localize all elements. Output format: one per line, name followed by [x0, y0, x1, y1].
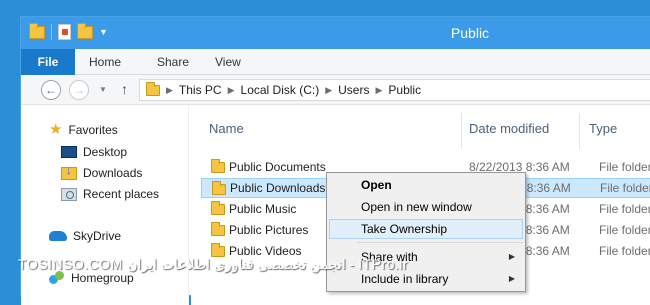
column-divider[interactable]: [579, 113, 580, 149]
folder-icon: [211, 201, 225, 215]
chevron-right-icon[interactable]: ▶: [166, 85, 173, 96]
nav-downloads[interactable]: Downloads: [61, 165, 143, 180]
breadcrumb-local-disk[interactable]: Local Disk (C:): [241, 83, 320, 97]
window-title: Public: [450, 25, 490, 41]
address-bar[interactable]: ▶ This PC ▶ Local Disk (C:) ▶ Users ▶ Pu…: [139, 79, 650, 101]
column-divider[interactable]: [461, 113, 462, 149]
column-header-date[interactable]: Date modified: [469, 121, 549, 136]
tab-share[interactable]: Share: [157, 49, 189, 75]
nav-recent-places-label: Recent places: [83, 187, 160, 201]
folder-name: Public Documents: [229, 160, 326, 174]
folder-name: Public Music: [229, 202, 297, 216]
title-bar: ▼ Public: [21, 17, 650, 49]
menu-item-open-new-window[interactable]: Open in new window: [329, 197, 523, 217]
nav-favorites-label: Favorites: [68, 123, 118, 137]
nav-skydrive[interactable]: SkyDrive: [49, 229, 121, 243]
forward-button[interactable]: →: [69, 80, 89, 100]
tab-view[interactable]: View: [215, 49, 241, 75]
chevron-right-icon[interactable]: ▶: [228, 85, 235, 96]
breadcrumb-users[interactable]: Users: [338, 83, 369, 97]
nav-downloads-label: Downloads: [83, 166, 143, 180]
menu-item-take-ownership[interactable]: Take Ownership: [329, 219, 523, 239]
up-icon[interactable]: ↑: [121, 81, 128, 97]
nav-desktop-label: Desktop: [83, 145, 128, 159]
folder-type: File folder: [599, 160, 650, 174]
nav-skydrive-label: SkyDrive: [73, 229, 122, 243]
menu-item-open[interactable]: Open: [329, 175, 523, 195]
menu-divider: [357, 242, 523, 243]
chevron-right-icon[interactable]: ▶: [375, 85, 382, 96]
folder-type: File folder: [600, 181, 650, 195]
recent-locations-icon[interactable]: ▼: [99, 85, 107, 94]
address-bar-row: ← → ▼ ↑ ▶ This PC ▶ Local Disk (C:) ▶ Us…: [21, 75, 650, 105]
breadcrumb-public[interactable]: Public: [388, 83, 421, 97]
folder-type: File folder: [599, 223, 650, 237]
back-button[interactable]: ←: [41, 80, 61, 100]
folder-name: Public Downloads: [230, 181, 326, 195]
folder-icon: [212, 181, 226, 195]
folder-name: Public Pictures: [229, 223, 309, 237]
star-icon: ★: [49, 121, 63, 138]
recent-places-icon: [61, 187, 77, 201]
ribbon: File Home Share View: [21, 49, 650, 75]
folder-icon: [211, 222, 225, 236]
chevron-right-icon[interactable]: ▶: [325, 85, 332, 96]
downloads-icon: [61, 165, 77, 180]
desktop-icon: [61, 146, 77, 158]
column-header-name[interactable]: Name: [209, 121, 244, 136]
folder-type: File folder: [599, 202, 650, 216]
column-header-type[interactable]: Type: [589, 121, 617, 136]
nav-recent-places[interactable]: Recent places: [61, 187, 159, 201]
folder-icon: [211, 159, 225, 173]
tab-file[interactable]: File: [21, 49, 75, 75]
skydrive-icon: [49, 231, 67, 241]
nav-favorites[interactable]: ★ Favorites: [49, 121, 118, 138]
nav-desktop[interactable]: Desktop: [61, 145, 127, 159]
tab-home[interactable]: Home: [89, 49, 121, 75]
watermark-text: TOSINSO.COM انجمن تخصصی فناوری اطلاعات ا…: [18, 256, 409, 272]
folder-icon: [146, 81, 160, 96]
breadcrumb-this-pc[interactable]: This PC: [179, 83, 222, 97]
